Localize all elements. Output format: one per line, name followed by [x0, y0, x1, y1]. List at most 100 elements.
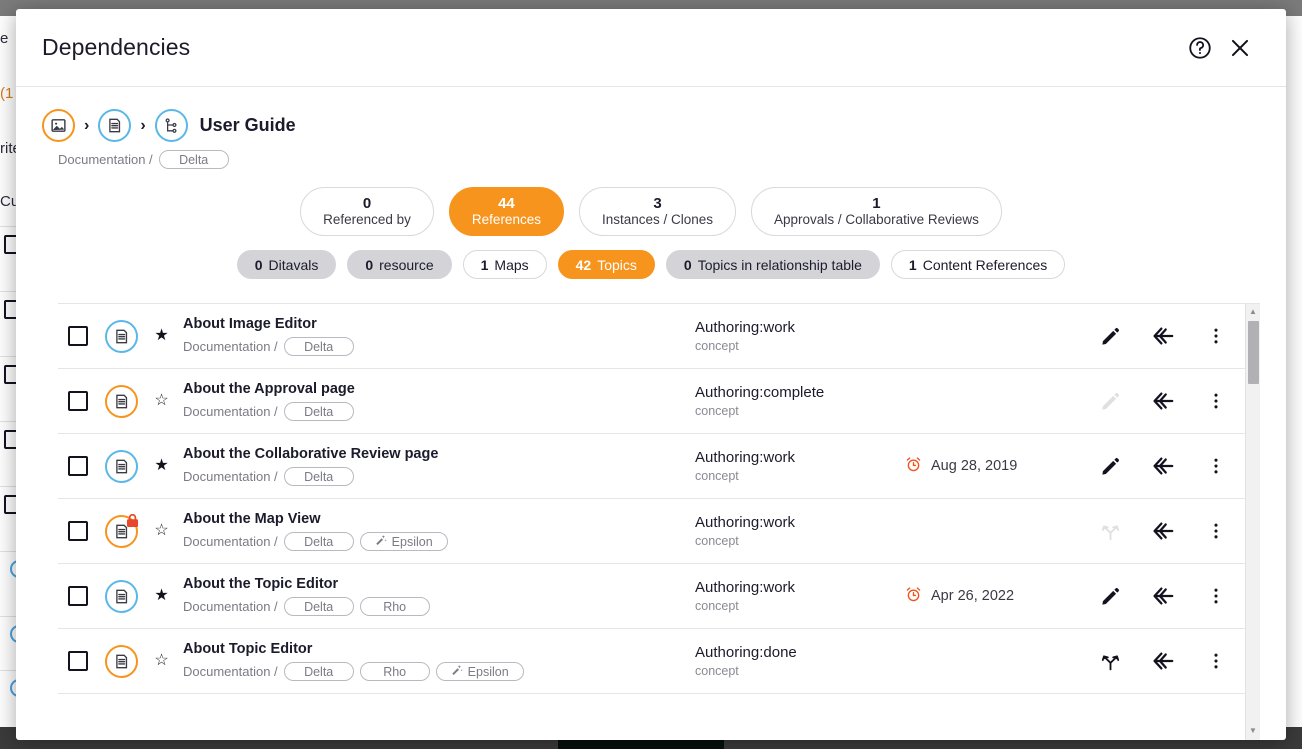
- row-tag[interactable]: Delta: [283, 337, 354, 356]
- pencil-icon[interactable]: [1095, 321, 1125, 351]
- row-checkbox-cell: [58, 586, 98, 606]
- filter-count: 1: [908, 256, 917, 273]
- row-path: Documentation / Delta: [183, 402, 695, 421]
- table-row[interactable]: ★ About the Topic Editor Documentation /…: [58, 564, 1245, 629]
- document-icon[interactable]: [105, 579, 138, 613]
- breadcrumb-path-tag[interactable]: Delta: [158, 150, 229, 169]
- table-row[interactable]: ★ About Image Editor Documentation / Del…: [58, 304, 1245, 369]
- filter-label: Maps: [494, 256, 529, 273]
- row-tag[interactable]: Delta: [283, 532, 354, 551]
- branch-icon[interactable]: [1095, 646, 1125, 676]
- breadcrumb-separator: ›: [84, 116, 90, 134]
- favorite-star-icon[interactable]: ☆: [145, 393, 178, 409]
- row-type: concept: [695, 664, 739, 678]
- favorite-star-icon[interactable]: ★: [145, 328, 178, 344]
- filter-label: Referenced by: [323, 212, 411, 228]
- favorite-star-icon[interactable]: ★: [145, 588, 178, 604]
- row-tag[interactable]: Delta: [283, 467, 354, 486]
- filter-topics[interactable]: 42 Topics: [557, 250, 655, 279]
- pencil-icon[interactable]: [1095, 581, 1125, 611]
- star-glyph: ☆: [154, 652, 169, 669]
- more-vertical-icon[interactable]: [1201, 321, 1231, 351]
- row-tag[interactable]: Delta: [283, 597, 354, 616]
- row-checkbox[interactable]: [68, 456, 88, 476]
- row-tag[interactable]: Rho: [359, 597, 430, 616]
- document-icon[interactable]: [105, 449, 138, 483]
- arrow-into-icon[interactable]: [1148, 386, 1178, 416]
- filter-count: 0: [254, 256, 263, 273]
- dependencies-dialog: Dependencies › › User Guide Documentatio…: [16, 9, 1286, 740]
- filter-topics-relationship-table[interactable]: 0 Topics in relationship table: [665, 250, 880, 279]
- scroll-up-arrow[interactable]: ▲: [1246, 304, 1261, 319]
- row-status-cell: Authoring:done concept: [695, 644, 905, 678]
- row-tag-label: Delta: [304, 469, 334, 484]
- filter-approvals-reviews[interactable]: 1 Approvals / Collaborative Reviews: [751, 187, 1002, 236]
- pencil-icon[interactable]: [1095, 451, 1125, 481]
- pencil-icon[interactable]: [1095, 386, 1125, 416]
- row-title[interactable]: About the Topic Editor: [183, 576, 695, 592]
- row-tag-label: Delta: [304, 534, 334, 549]
- row-checkbox[interactable]: [68, 586, 88, 606]
- row-tag[interactable]: Delta: [283, 662, 354, 681]
- table-row[interactable]: ☆ About the Approval page Documentation …: [58, 369, 1245, 434]
- more-vertical-icon[interactable]: [1201, 646, 1231, 676]
- filter-instances-clones[interactable]: 3 Instances / Clones: [578, 187, 737, 236]
- list-scrollbar[interactable]: ▲ ▼: [1245, 304, 1260, 740]
- row-tag[interactable]: Rho: [359, 662, 430, 681]
- arrow-into-icon[interactable]: [1148, 321, 1178, 351]
- favorite-star-icon[interactable]: ☆: [145, 653, 178, 669]
- image-icon[interactable]: [42, 109, 75, 142]
- row-tag[interactable]: Epsilon: [435, 662, 524, 681]
- table-row[interactable]: ☆ About the Map View Documentation / Del…: [58, 499, 1245, 564]
- row-title-cell: About the Map View Documentation / Delta…: [178, 511, 695, 551]
- row-checkbox[interactable]: [68, 391, 88, 411]
- scrollbar-thumb[interactable]: [1248, 321, 1259, 384]
- favorite-star-icon[interactable]: ☆: [145, 523, 178, 539]
- document-icon[interactable]: [98, 109, 132, 142]
- row-status: Authoring:work: [695, 449, 796, 466]
- document-icon[interactable]: [105, 384, 138, 418]
- row-title[interactable]: About Image Editor: [183, 316, 695, 332]
- close-icon[interactable]: [1220, 28, 1260, 68]
- document-icon[interactable]: [105, 319, 138, 353]
- favorite-star-icon[interactable]: ★: [145, 458, 178, 474]
- row-path-prefix: Documentation /: [183, 469, 278, 484]
- filter-content-references[interactable]: 1 Content References: [890, 250, 1066, 279]
- more-vertical-icon[interactable]: [1201, 581, 1231, 611]
- more-vertical-icon[interactable]: [1201, 386, 1231, 416]
- filter-resource[interactable]: 0 resource: [347, 250, 452, 279]
- document-icon[interactable]: [105, 644, 138, 678]
- branch-icon[interactable]: [154, 109, 188, 142]
- filter-maps[interactable]: 1 Maps: [462, 250, 547, 279]
- row-checkbox[interactable]: [68, 651, 88, 671]
- row-title[interactable]: About the Map View: [183, 511, 695, 527]
- help-circle-icon[interactable]: [1180, 28, 1220, 68]
- table-row[interactable]: ☆ About Topic Editor Documentation / Del…: [58, 629, 1245, 694]
- row-path-prefix: Documentation /: [183, 534, 278, 549]
- arrow-into-icon[interactable]: [1148, 516, 1178, 546]
- more-vertical-icon[interactable]: [1201, 516, 1231, 546]
- table-row[interactable]: ★ About the Collaborative Review page Do…: [58, 434, 1245, 499]
- row-title[interactable]: About the Collaborative Review page: [183, 446, 695, 462]
- filter-references[interactable]: 44 References: [448, 187, 564, 236]
- arrow-into-icon[interactable]: [1148, 646, 1178, 676]
- filter-referenced-by[interactable]: 0 Referenced by: [300, 187, 434, 236]
- more-vertical-icon[interactable]: [1201, 451, 1231, 481]
- primary-filter-group: 0 Referenced by 44 References 3 Instance…: [16, 187, 1286, 236]
- row-tag[interactable]: Epsilon: [359, 532, 448, 551]
- row-path: Documentation / Delta Epsilon: [183, 532, 695, 551]
- filter-ditavals[interactable]: 0 Ditavals: [236, 250, 337, 279]
- row-actions-cell: [1077, 516, 1237, 546]
- row-type: concept: [695, 404, 739, 418]
- arrow-into-icon[interactable]: [1148, 451, 1178, 481]
- row-tag[interactable]: Delta: [283, 402, 354, 421]
- document-icon[interactable]: [105, 513, 139, 548]
- scroll-down-arrow[interactable]: ▼: [1246, 723, 1261, 738]
- row-checkbox[interactable]: [68, 521, 88, 541]
- arrow-into-icon[interactable]: [1148, 581, 1178, 611]
- row-title[interactable]: About Topic Editor: [183, 641, 695, 657]
- row-title[interactable]: About the Approval page: [183, 381, 695, 397]
- branch-icon[interactable]: [1095, 516, 1125, 546]
- row-title-cell: About Image Editor Documentation / Delta: [178, 316, 695, 356]
- row-checkbox[interactable]: [68, 326, 88, 346]
